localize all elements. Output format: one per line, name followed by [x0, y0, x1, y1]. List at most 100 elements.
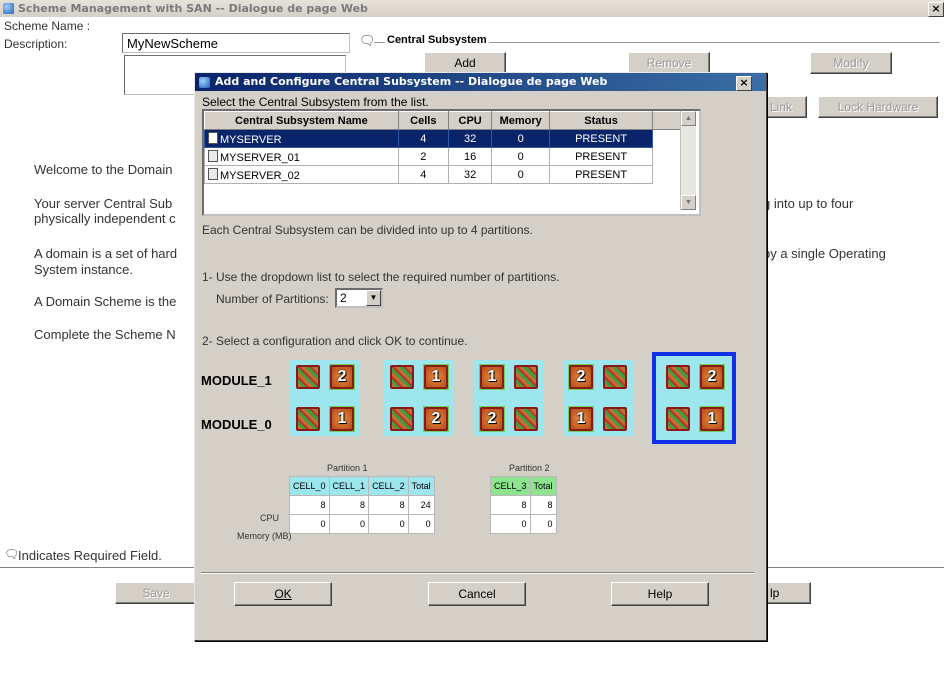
description-label: Description: — [4, 37, 68, 51]
dialog-separator — [201, 572, 754, 574]
partition1-table: CELL_0 CELL_1 CELL_2 Total 8 8 8 24 0 0 … — [289, 476, 435, 534]
p2-memory-total: 0 — [529, 514, 557, 534]
intro-paragraph-line2: physically independent c — [34, 211, 176, 226]
cpu-row-label: CPU — [260, 513, 280, 523]
dialog-title: Add and Configure Central Subsystem -- D… — [215, 75, 608, 88]
row-cells-cell: 2 — [397, 147, 449, 166]
intro-paragraph-line1: Your server Central Sub — [34, 196, 173, 211]
dialog-close-button[interactable]: × — [736, 76, 752, 91]
cell-chip-icon — [390, 365, 414, 389]
outer-window-title: Scheme Management with SAN -- Dialogue d… — [18, 2, 368, 15]
domain-paragraph-right: by a single Operating — [763, 246, 886, 261]
p1-memory-value: 0 — [328, 514, 370, 534]
server-icon — [208, 167, 218, 180]
p2-cpu-value: 8 — [490, 495, 531, 515]
p1-memory-value: 0 — [368, 514, 409, 534]
welcome-text: Welcome to the Domain — [34, 162, 173, 177]
required-field-note: Indicates Required Field. — [18, 548, 162, 563]
cancel-button[interactable]: Cancel — [428, 582, 526, 606]
lock-hardware-button[interactable]: Lock Hardware — [818, 96, 938, 118]
complete-paragraph: Complete the Scheme N — [34, 327, 176, 342]
ok-button[interactable]: OK — [234, 582, 332, 606]
dialog-title-bar: Add and Configure Central Subsystem -- D… — [195, 73, 766, 91]
chevron-down-icon[interactable]: ▼ — [366, 290, 381, 306]
scheme-name-input[interactable]: MyNewScheme — [122, 33, 350, 53]
scheme-name-label: Scheme Name : — [4, 19, 91, 33]
p2-memory-value: 0 — [490, 514, 531, 534]
partition-number-icon: 1 — [480, 365, 504, 389]
col-header-memory[interactable]: Memory — [491, 111, 550, 130]
p1-cpu-value: 8 — [328, 495, 370, 515]
partition-number-icon: 2 — [700, 365, 724, 389]
cell-chip-icon — [666, 365, 690, 389]
p1-cpu-value: 8 — [368, 495, 409, 515]
configuration-option-1[interactable]: 21 — [290, 360, 360, 436]
partition-number-icon: 2 — [569, 365, 593, 389]
row-memory-cell: 0 — [491, 129, 550, 148]
p1-header: CELL_0 — [289, 476, 330, 496]
intro-paragraph-right: g into up to four — [763, 196, 854, 211]
list-scrollbar[interactable]: ▲ ▼ — [680, 111, 696, 210]
scheme-paragraph: A Domain Scheme is the — [34, 294, 177, 309]
domain-paragraph-line2: System instance. — [34, 262, 133, 277]
table-header-row: Central Subsystem Name Cells CPU Memory … — [204, 111, 682, 130]
partition-number-icon: 2 — [424, 407, 448, 431]
central-subsystem-table: Central Subsystem Name Cells CPU Memory … — [204, 111, 682, 184]
table-row[interactable]: MYSERVER 4 32 0 PRESENT — [204, 129, 682, 148]
modify-button[interactable]: Modify — [810, 52, 892, 74]
configuration-option-2[interactable]: 12 — [384, 360, 454, 436]
remove-button[interactable]: Remove — [628, 52, 710, 74]
row-cpu-cell: 32 — [447, 165, 493, 184]
configuration-option-4[interactable]: 21 — [563, 360, 633, 436]
p2-cpu-total: 8 — [529, 495, 557, 515]
partition2-table: CELL_3 Total 8 8 0 0 — [490, 476, 557, 534]
save-button[interactable]: Save — [115, 582, 197, 604]
col-header-name[interactable]: Central Subsystem Name — [204, 111, 399, 130]
partition-note: Each Central Subsystem can be divided in… — [202, 223, 533, 237]
dialog-window-icon — [199, 77, 210, 88]
row-cells-cell: 4 — [397, 129, 449, 148]
col-header-cpu[interactable]: CPU — [447, 111, 493, 130]
cell-chip-icon — [666, 407, 690, 431]
scroll-up-arrow-icon[interactable]: ▲ — [681, 111, 696, 126]
outer-title-bar: Scheme Management with SAN -- Dialogue d… — [0, 0, 944, 17]
num-partitions-select[interactable]: 2 ▼ — [335, 288, 383, 308]
partition-number-icon: 1 — [330, 407, 354, 431]
row-name-cell: MYSERVER_01 — [204, 147, 399, 166]
col-header-spacer — [652, 111, 682, 130]
row-cpu-cell: 16 — [447, 147, 493, 166]
select-instruction: Select the Central Subsystem from the li… — [202, 95, 429, 109]
row-status-cell: PRESENT — [548, 129, 654, 148]
num-partitions-value: 2 — [340, 291, 347, 305]
partition2-title: Partition 2 — [509, 463, 550, 473]
configuration-option-5[interactable]: 21 — [652, 352, 736, 444]
p1-memory-value: 0 — [289, 514, 330, 534]
scroll-down-arrow-icon[interactable]: ▼ — [681, 195, 696, 210]
central-subsystem-list[interactable]: Central Subsystem Name Cells CPU Memory … — [202, 109, 701, 216]
step1-instruction: 1- Use the dropdown list to select the r… — [202, 270, 560, 284]
cell-chip-icon — [296, 407, 320, 431]
col-header-status[interactable]: Status — [548, 111, 654, 130]
add-configure-dialog: Add and Configure Central Subsystem -- D… — [194, 72, 767, 641]
table-row[interactable]: MYSERVER_01 2 16 0 PRESENT — [204, 147, 682, 166]
col-header-cells[interactable]: Cells — [397, 111, 449, 130]
step2-instruction: 2- Select a configuration and click OK t… — [202, 334, 468, 348]
cell-chip-icon — [296, 365, 320, 389]
row-memory-cell: 0 — [491, 165, 550, 184]
row-status-cell: PRESENT — [548, 165, 654, 184]
p1-header: CELL_2 — [368, 476, 409, 496]
row-name-cell: MYSERVER — [204, 129, 399, 148]
domain-paragraph-line1: A domain is a set of hard — [34, 246, 178, 261]
help-button[interactable]: Help — [611, 582, 709, 606]
table-row[interactable]: MYSERVER_02 4 32 0 PRESENT — [204, 165, 682, 184]
row-status-cell: PRESENT — [548, 147, 654, 166]
required-field-legend-icon: 🗨 — [4, 547, 20, 561]
outer-close-button[interactable]: × — [928, 2, 944, 17]
configuration-option-3[interactable]: 12 — [474, 360, 544, 436]
required-field-icon: 🗨 — [359, 33, 376, 48]
p1-cpu-value: 8 — [289, 495, 330, 515]
cell-chip-icon — [514, 365, 538, 389]
partition1-title: Partition 1 — [327, 463, 368, 473]
p1-header: Total — [407, 476, 435, 496]
add-button[interactable]: Add — [424, 52, 506, 74]
